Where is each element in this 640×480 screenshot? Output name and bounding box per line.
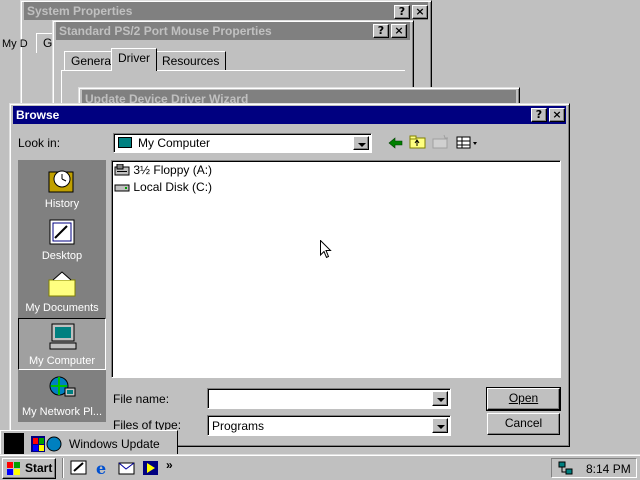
outlook-express-icon[interactable] bbox=[118, 460, 136, 476]
list-item-local-disk[interactable]: Local Disk (C:) bbox=[114, 180, 212, 194]
close-button[interactable]: × bbox=[391, 24, 407, 38]
mouse-properties-titlebar[interactable]: Standard PS/2 Port Mouse Properties bbox=[56, 22, 410, 40]
popup-dark-block bbox=[4, 433, 24, 455]
my-computer-icon bbox=[49, 323, 77, 350]
file-name-input[interactable] bbox=[207, 388, 451, 409]
browse-title: Browse bbox=[16, 108, 60, 122]
places-bar: History Desktop My Documents My Computer… bbox=[18, 160, 106, 422]
browse-titlebar[interactable]: Browse bbox=[13, 106, 566, 124]
windows-update-popup[interactable]: Windows Update bbox=[0, 430, 178, 456]
view-menu-icon[interactable] bbox=[456, 136, 480, 150]
file-label: 3½ Floppy (A:) bbox=[133, 163, 213, 177]
file-name-label: File name: bbox=[113, 392, 170, 406]
cancel-button[interactable]: Cancel bbox=[487, 413, 560, 435]
look-in-value: My Computer bbox=[138, 136, 211, 150]
up-folder-icon[interactable] bbox=[409, 134, 427, 150]
desktop-icon-label[interactable]: My D bbox=[2, 38, 28, 50]
place-my-computer[interactable]: My Computer bbox=[18, 318, 106, 370]
chevron-icon[interactable]: » bbox=[166, 458, 173, 472]
look-in-dropdown-arrow[interactable] bbox=[353, 136, 369, 150]
list-item-floppy[interactable]: 3½ Floppy (A:) bbox=[114, 163, 212, 177]
open-label: Open bbox=[508, 391, 539, 405]
look-in-label: Look in: bbox=[18, 136, 61, 150]
desktop-icon bbox=[49, 219, 75, 245]
windows-logo-icon bbox=[7, 462, 20, 475]
files-of-type-dropdown-arrow[interactable] bbox=[432, 418, 448, 433]
help-button[interactable]: ? bbox=[394, 5, 410, 19]
help-button[interactable]: ? bbox=[531, 108, 547, 122]
mouse-cursor-icon bbox=[320, 240, 332, 259]
place-label: History bbox=[44, 198, 80, 210]
system-properties-title: System Properties bbox=[27, 4, 133, 18]
computer-icon bbox=[118, 137, 132, 148]
start-button[interactable]: Start bbox=[2, 458, 56, 479]
taskbar: Start e » 8:14 PM bbox=[0, 454, 640, 480]
open-button[interactable]: Open bbox=[486, 387, 561, 411]
network-tray-icon[interactable] bbox=[558, 461, 574, 476]
files-of-type-value: Programs bbox=[212, 419, 265, 433]
tab-driver[interactable]: Driver bbox=[111, 48, 157, 71]
place-my-network-places[interactable]: My Network Pl... bbox=[18, 370, 106, 422]
back-icon[interactable] bbox=[388, 136, 404, 150]
look-in-combo[interactable]: My Computer bbox=[113, 133, 372, 153]
show-desktop-icon[interactable] bbox=[70, 460, 88, 476]
tab-resources[interactable]: Resources bbox=[155, 51, 227, 71]
quick-launch-divider bbox=[62, 458, 64, 478]
system-tray: 8:14 PM bbox=[551, 458, 637, 478]
svg-text:e: e bbox=[96, 460, 106, 476]
channels-icon[interactable] bbox=[142, 460, 160, 476]
cancel-label: Cancel bbox=[504, 416, 543, 430]
history-icon bbox=[48, 170, 74, 193]
windows-update-icon bbox=[31, 436, 62, 452]
hard-disk-icon bbox=[114, 184, 130, 192]
file-name-dropdown-arrow[interactable] bbox=[432, 391, 448, 406]
popup-label: Windows Update bbox=[69, 437, 160, 451]
start-label: Start bbox=[25, 461, 53, 475]
place-desktop[interactable]: Desktop bbox=[18, 214, 106, 266]
file-list[interactable]: 3½ Floppy (A:) Local Disk (C:) bbox=[111, 160, 561, 378]
place-my-documents[interactable]: My Documents bbox=[18, 266, 106, 318]
place-label: My Computer bbox=[28, 355, 96, 367]
new-folder-icon bbox=[432, 134, 448, 149]
close-button[interactable]: × bbox=[549, 108, 565, 122]
clock[interactable]: 8:14 PM bbox=[586, 462, 631, 476]
place-history[interactable]: History bbox=[18, 162, 106, 214]
my-documents-icon bbox=[48, 271, 76, 297]
system-properties-titlebar[interactable]: System Properties bbox=[24, 2, 428, 20]
help-button[interactable]: ? bbox=[373, 24, 389, 38]
internet-explorer-icon[interactable]: e bbox=[94, 460, 112, 476]
floppy-drive-icon bbox=[114, 163, 130, 176]
place-label: Desktop bbox=[41, 250, 83, 262]
mouse-properties-title: Standard PS/2 Port Mouse Properties bbox=[59, 24, 272, 38]
files-of-type-combo[interactable]: Programs bbox=[207, 415, 451, 436]
place-label: My Network Pl... bbox=[21, 406, 103, 418]
place-label: My Documents bbox=[25, 302, 99, 314]
browse-dialog: Browse ? × Look in: My Computer History bbox=[9, 103, 570, 447]
file-label: Local Disk (C:) bbox=[133, 180, 213, 194]
network-icon bbox=[49, 376, 76, 397]
close-button[interactable]: × bbox=[412, 5, 428, 19]
